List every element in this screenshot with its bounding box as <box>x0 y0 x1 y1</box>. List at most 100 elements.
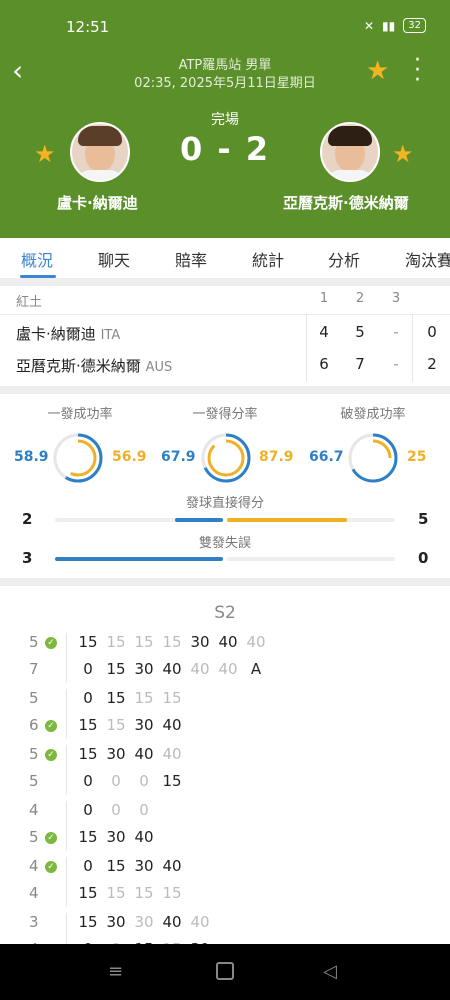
tab-stats[interactable]: 統計 <box>252 247 284 271</box>
stat-p2-value: 87.9 <box>259 449 294 465</box>
player1-name[interactable]: 盧卡·納爾迪 <box>57 192 138 213</box>
game-row-player1: 4 ✓ 0 15 30 40 <box>0 857 450 881</box>
point-score: 40 <box>162 660 182 678</box>
point-score: 40 <box>190 913 210 931</box>
game-won-check-icon: ✓ <box>45 832 57 844</box>
double-faults-p2: 0 <box>418 549 429 567</box>
point-score: 15 <box>162 689 182 707</box>
point-score: 40 <box>134 828 154 846</box>
games-count: 4 <box>29 801 39 819</box>
point-score: 40 <box>162 716 182 734</box>
games-count: 4 <box>29 884 39 902</box>
game-won-check-icon: ✓ <box>45 720 57 732</box>
set-header: 3 <box>391 291 401 306</box>
player1-avatar[interactable] <box>70 122 130 182</box>
back-nav-icon[interactable]: ◁ <box>323 961 337 982</box>
point-score: 40 <box>162 913 182 931</box>
set-header: 1 <box>319 291 329 306</box>
game-row-player1: 3 15 30 30 40 40 <box>0 913 450 937</box>
game-won-check-icon: ✓ <box>45 637 57 649</box>
point-score: 15 <box>162 633 182 651</box>
point-score: 15 <box>134 633 154 651</box>
games-count: 5 <box>29 633 39 651</box>
game-row-player1: 5 ✓ 15 30 40 40 <box>0 745 450 769</box>
stat-p2-value: 56.9 <box>112 449 147 465</box>
game-row-player2: 7 0 15 30 40 40 40 A <box>0 660 450 684</box>
point-score: 15 <box>134 884 154 902</box>
match-status: 完場 <box>211 112 239 128</box>
point-score: 15 <box>134 689 154 707</box>
more-vertical-icon[interactable]: · · · <box>414 50 421 92</box>
player1-set1: 4 <box>319 323 329 341</box>
player1-points: 0 <box>427 323 437 341</box>
ring-p2-arc <box>59 439 97 477</box>
stat-p1-value: 66.7 <box>309 449 344 465</box>
point-score: 30 <box>190 633 210 651</box>
games-count: 4 <box>29 857 39 875</box>
stat-title: 破發成功率 <box>340 407 406 422</box>
match-header: 12:51 ✕ ▮▮ 32 ‹ ATP羅馬站 男單 02:35, 2025年5月… <box>0 0 450 238</box>
surface-label: 紅土 <box>16 295 43 310</box>
player2-avatar[interactable] <box>320 122 380 182</box>
clock: 12:51 <box>66 18 110 36</box>
point-score: 0 <box>139 801 149 819</box>
player1-set2: 5 <box>355 323 365 341</box>
player1-follow-star-icon[interactable]: ★ <box>34 140 56 168</box>
player2-set3: - <box>393 355 399 373</box>
set-header: 2 <box>355 291 365 306</box>
point-score: 15 <box>78 884 98 902</box>
ring-p2-arc <box>207 439 245 477</box>
game-won-check-icon: ✓ <box>45 749 57 761</box>
games-count: 6 <box>29 716 39 734</box>
tab-overview[interactable]: 概況 <box>21 247 53 271</box>
point-score: 40 <box>134 745 154 763</box>
games-count: 5 <box>29 745 39 763</box>
mute-icon: ✕ <box>363 18 375 33</box>
stat-title: 一發成功率 <box>47 407 113 422</box>
point-score: 30 <box>106 913 126 931</box>
double-faults-bar-track-p2 <box>227 557 395 561</box>
point-score: 40 <box>162 745 182 763</box>
point-score: 15 <box>78 913 98 931</box>
point-score: 40 <box>162 857 182 875</box>
favorite-star-icon[interactable]: ★ <box>366 56 389 86</box>
tab-odds[interactable]: 賠率 <box>175 247 207 271</box>
game-row-player2: 5 ✓ 15 30 40 <box>0 828 450 852</box>
point-score: 30 <box>134 716 154 734</box>
status-icons: ✕ ▮▮ 32 <box>364 18 426 33</box>
point-score: 15 <box>162 884 182 902</box>
point-score: 30 <box>134 857 154 875</box>
player2-row-name: 亞曆克斯·德米納爾 AUS <box>16 357 173 375</box>
games-count: 7 <box>29 660 39 678</box>
point-score: 0 <box>83 857 93 875</box>
break-point-ring <box>348 433 398 483</box>
home-icon[interactable] <box>216 962 234 980</box>
divider <box>306 314 307 382</box>
aces-p1: 2 <box>22 510 33 528</box>
player2-set1: 6 <box>319 355 329 373</box>
point-score: 15 <box>106 660 126 678</box>
tab-bar: 概況 聊天 賠率 統計 分析 淘汰賽 <box>0 238 450 278</box>
tab-knockout[interactable]: 淘汰賽 <box>405 247 450 271</box>
tab-analysis[interactable]: 分析 <box>328 247 360 271</box>
player2-points: 2 <box>427 355 437 373</box>
divider <box>0 386 450 394</box>
point-score: 15 <box>106 884 126 902</box>
games-count: 5 <box>29 689 39 707</box>
player2-follow-star-icon[interactable]: ★ <box>392 140 414 168</box>
point-score: 15 <box>106 716 126 734</box>
player2-name[interactable]: 亞曆克斯·德米納爾 <box>283 192 409 213</box>
menu-icon[interactable]: ≡ <box>108 961 123 982</box>
point-score: 15 <box>162 772 182 790</box>
game-row-player2: 6 ✓ 15 15 30 40 <box>0 716 450 740</box>
point-score: 15 <box>78 633 98 651</box>
system-nav-bar: ≡ ◁ <box>0 944 450 1000</box>
double-faults-bar-p1 <box>55 557 223 561</box>
ring-p2-arc <box>354 439 392 477</box>
point-score: 15 <box>78 716 98 734</box>
first-serve-ring <box>53 433 103 483</box>
point-score: 15 <box>106 857 126 875</box>
game-row-player2: 4 15 15 15 15 <box>0 884 450 908</box>
double-faults-title: 雙發失誤 <box>198 536 251 551</box>
tab-chat[interactable]: 聊天 <box>98 247 130 271</box>
